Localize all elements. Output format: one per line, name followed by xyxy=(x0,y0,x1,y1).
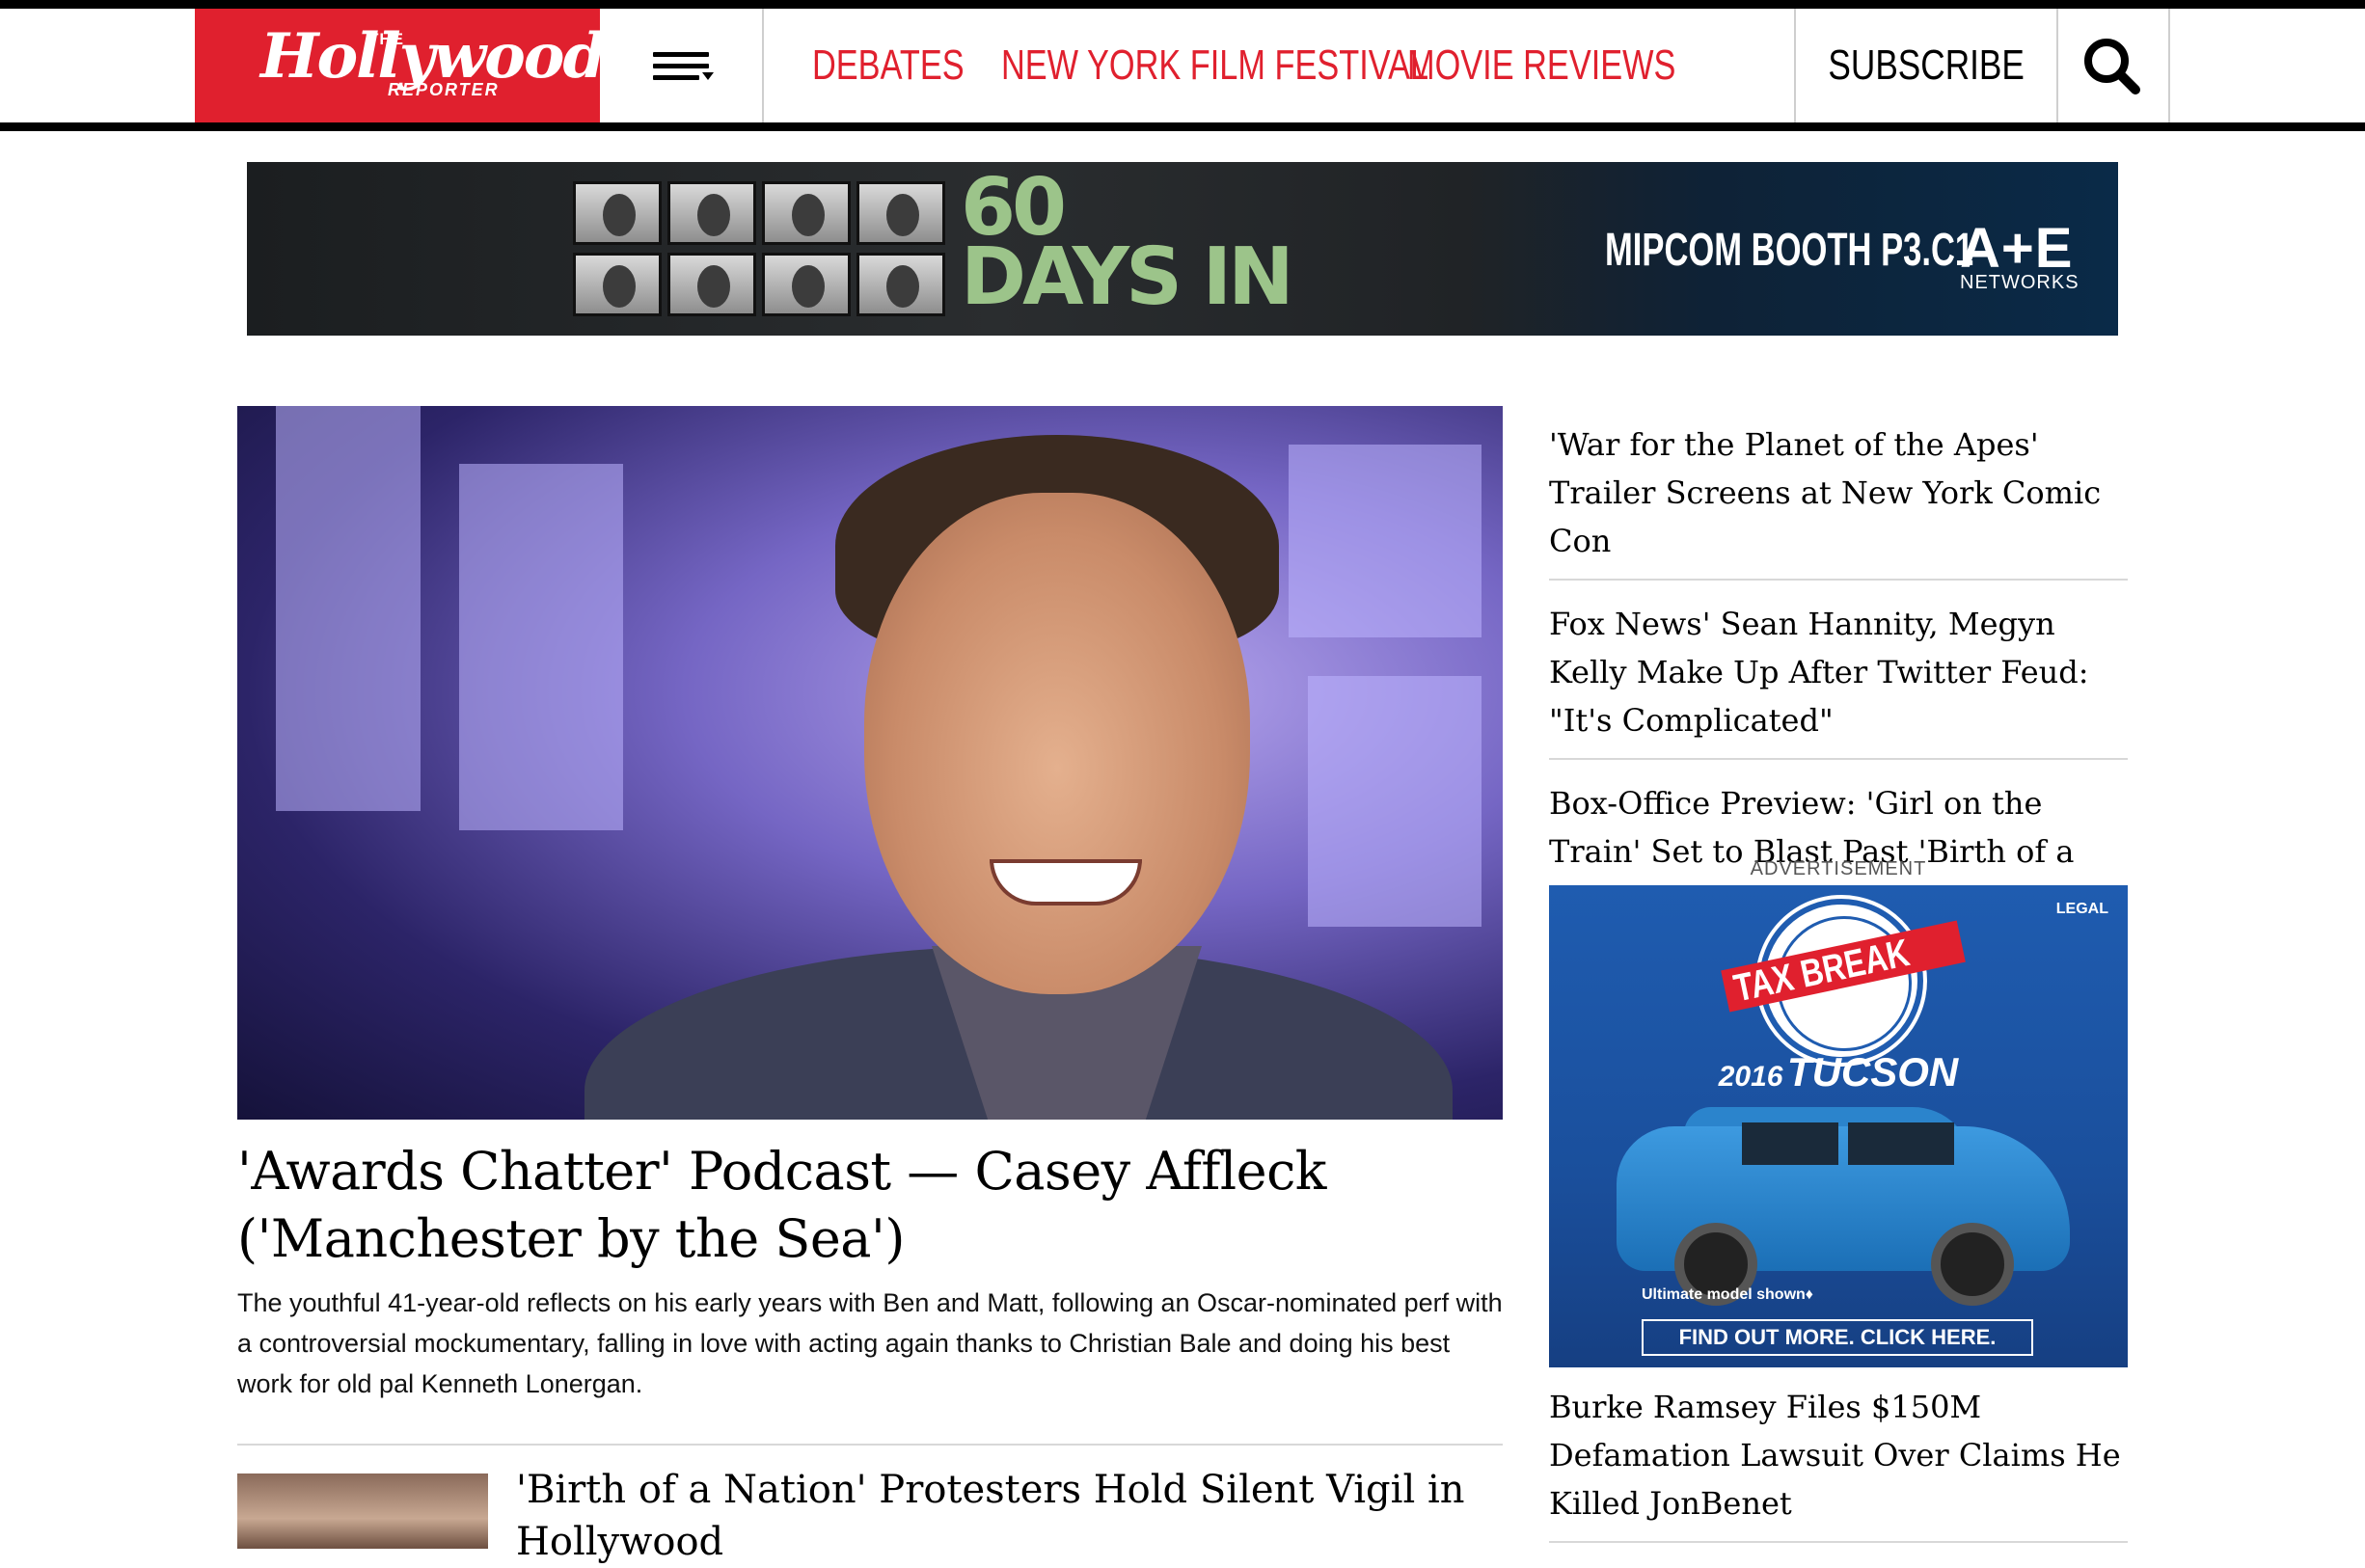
show-title: 60 DAYS IN xyxy=(961,169,1294,323)
ad-cta-button[interactable]: FIND OUT MORE. CLICK HERE. xyxy=(1642,1319,2033,1356)
nav-item-debates[interactable]: DEBATES xyxy=(812,37,965,95)
primary-nav: DEBATES NEW YORK FILM FESTIVAL MOVIE REV… xyxy=(812,37,1675,95)
header-bottom-border xyxy=(0,122,2365,131)
hero-headline[interactable]: 'Awards Chatter' Podcast — Casey Affleck… xyxy=(237,1138,1503,1273)
sidebar-headline[interactable]: Burke Ramsey Files $150M Defamation Laws… xyxy=(1549,1377,2128,1543)
advertisement-label: ADVERTISEMENT xyxy=(1750,858,1927,879)
cast-photo-grid xyxy=(573,181,949,318)
menu-button[interactable] xyxy=(600,9,764,122)
hero-image[interactable] xyxy=(237,406,1503,1120)
logo-the: THE xyxy=(368,30,404,48)
search-button[interactable] xyxy=(2056,9,2170,122)
booth-text: MIPCOM BOOTH P3.C1 xyxy=(1605,225,1974,276)
subscribe-button[interactable]: SUBSCRIBE xyxy=(1794,9,2058,122)
search-icon xyxy=(2084,39,2140,95)
logo-reporter: REPORTER xyxy=(388,80,500,99)
divider xyxy=(237,1444,1503,1446)
show-title-line2: DAYS IN xyxy=(961,231,1294,323)
sidebar-headline[interactable]: 'War for the Planet of the Apes' Trailer… xyxy=(1549,415,2128,581)
top-border xyxy=(0,0,2365,9)
ad-legal-link[interactable]: LEGAL xyxy=(2056,901,2108,918)
network-logo-sub: NETWORKS xyxy=(1960,272,2080,293)
nav-item-movie-reviews[interactable]: MOVIE REVIEWS xyxy=(1407,37,1675,95)
hero-description: The youthful 41-year-old reflects on his… xyxy=(237,1288,1503,1398)
story-thumbnail[interactable] xyxy=(237,1473,488,1549)
network-logo: A+E xyxy=(1960,217,2074,280)
story-headline[interactable]: 'Birth of a Nation' Protesters Hold Sile… xyxy=(516,1464,1481,1568)
ad-disclaimer: Ultimate model shown♦ xyxy=(1642,1286,1813,1303)
banner-ad[interactable]: 60 DAYS IN MIPCOM BOOTH P3.C1 A+E NETWOR… xyxy=(247,162,2118,336)
sidebar-headline[interactable]: Fox News' Sean Hannity, Megyn Kelly Make… xyxy=(1549,581,2128,760)
sidebar-headlines-after-ad: Burke Ramsey Files $150M Defamation Laws… xyxy=(1549,1377,2128,1543)
ad-model-name: 2016 TUCSON xyxy=(1718,1049,1959,1095)
nav-item-new-york-film-festival[interactable]: NEW YORK FILM FESTIVAL xyxy=(1001,37,1428,95)
subscribe-label: SUBSCRIBE xyxy=(1828,41,2025,89)
sidebar-ad[interactable]: LEGAL TAX BREAK 2016 TUCSON Ultimate mod… xyxy=(1549,885,2128,1367)
site-logo[interactable]: Hollywood THE REPORTER xyxy=(195,9,606,122)
